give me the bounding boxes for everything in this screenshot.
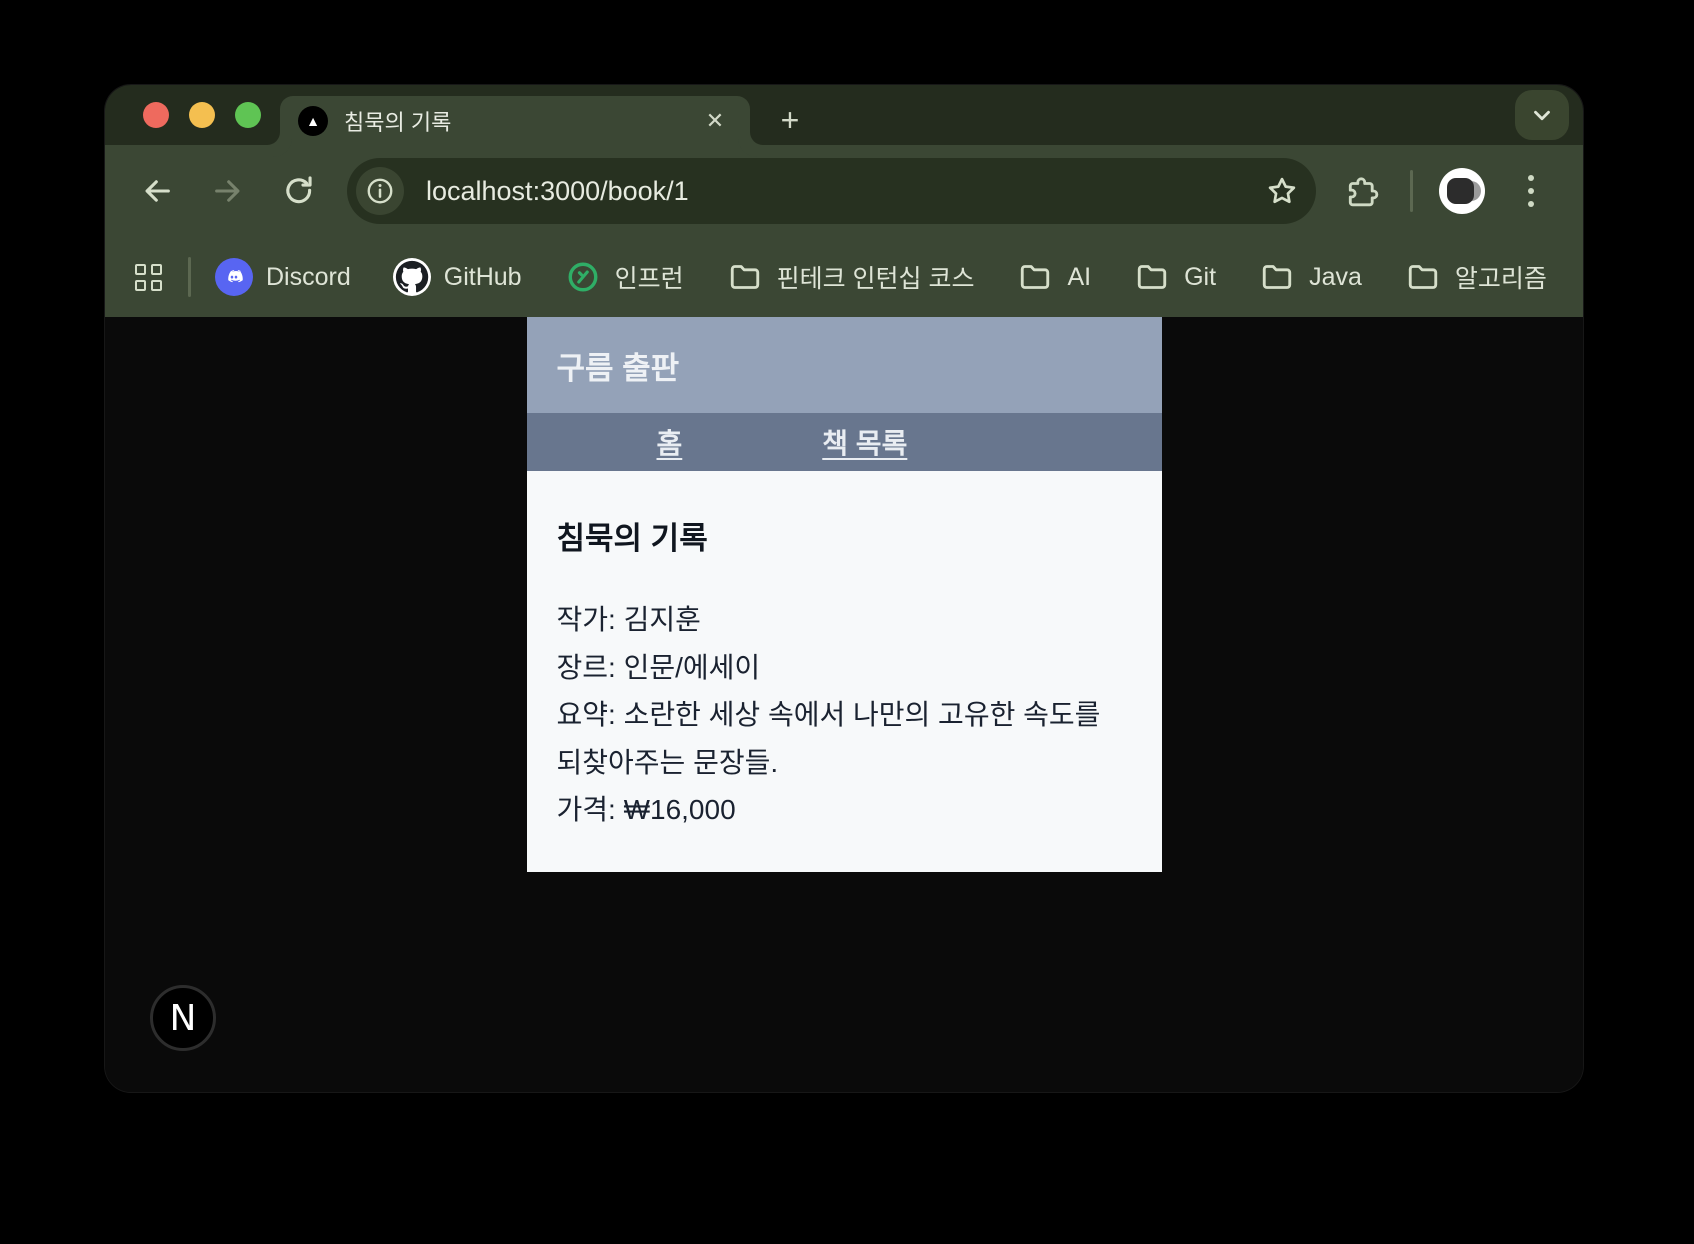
- nextjs-n-icon: N: [170, 998, 197, 1039]
- nav-link-book-list[interactable]: 책 목록: [822, 422, 907, 462]
- bookmarks-bar: Discord GitHub 인프런: [105, 237, 1583, 317]
- site-info-button[interactable]: [356, 167, 404, 215]
- site-header: 구름 출판: [527, 317, 1162, 413]
- reload-icon: [282, 174, 316, 208]
- book-page-container: 구름 출판 홈 책 목록 침묵의 기록 작가: 김지훈 장르: 인문/에세이 요…: [527, 317, 1162, 872]
- address-bar[interactable]: localhost:3000/book/1: [347, 158, 1316, 224]
- info-icon: [365, 176, 395, 206]
- folder-icon: [726, 258, 764, 296]
- puzzle-icon: [1344, 173, 1380, 209]
- chevron-down-icon: [1529, 102, 1555, 128]
- book-author: 작가: 김지훈: [557, 596, 1132, 644]
- bookmark-inflearn[interactable]: 인프런: [564, 258, 684, 296]
- back-button[interactable]: [135, 169, 179, 213]
- tab-search-chevron-button[interactable]: [1515, 90, 1569, 140]
- folder-icon: [1133, 258, 1171, 296]
- folder-icon: [1016, 258, 1054, 296]
- bookmark-label: 핀테크 인턴십 코스: [777, 259, 975, 295]
- minimize-window-button[interactable]: [189, 102, 215, 128]
- browser-window: ▲ 침묵의 기록 ✕ +: [105, 85, 1583, 1092]
- bookmarks-separator: [188, 257, 191, 297]
- forward-arrow-icon: [211, 174, 245, 208]
- nextjs-favicon-icon: ▲: [298, 106, 328, 136]
- toolbar-separator: [1410, 170, 1413, 212]
- book-genre: 장르: 인문/에세이: [557, 644, 1132, 692]
- tab-title: 침묵의 기록: [344, 105, 698, 137]
- bookmark-star-button[interactable]: [1262, 171, 1302, 211]
- profile-avatar[interactable]: [1439, 168, 1485, 214]
- bookmark-github[interactable]: GitHub: [393, 258, 522, 296]
- bookmark-label: Git: [1184, 263, 1216, 292]
- url-text[interactable]: localhost:3000/book/1: [426, 176, 1262, 207]
- bookmark-folder-algorithm[interactable]: 알고리즘: [1404, 258, 1547, 296]
- star-icon: [1265, 174, 1299, 208]
- new-tab-button[interactable]: +: [767, 97, 813, 143]
- close-window-button[interactable]: [143, 102, 169, 128]
- apps-grid-icon[interactable]: [135, 264, 162, 291]
- github-icon: [393, 258, 431, 296]
- bookmark-label: GitHub: [444, 263, 522, 292]
- reload-button[interactable]: [277, 169, 321, 213]
- folder-icon: [1258, 258, 1296, 296]
- bookmark-folder-fintech[interactable]: 핀테크 인턴십 코스: [726, 258, 975, 296]
- browser-tab[interactable]: ▲ 침묵의 기록 ✕: [280, 96, 750, 145]
- book-detail: 침묵의 기록 작가: 김지훈 장르: 인문/에세이 요약: 소란한 세상 속에서…: [527, 471, 1162, 872]
- site-title: 구름 출판: [557, 343, 680, 388]
- tab-strip: ▲ 침묵의 기록 ✕ +: [105, 85, 1583, 145]
- forward-button[interactable]: [206, 169, 250, 213]
- bookmark-discord[interactable]: Discord: [215, 258, 351, 296]
- bookmark-label: Discord: [266, 263, 351, 292]
- nextjs-dev-badge[interactable]: N: [150, 985, 216, 1051]
- discord-icon: [215, 258, 253, 296]
- book-price: 가격: ₩16,000: [557, 786, 1132, 834]
- inflearn-icon: [564, 258, 602, 296]
- zoom-window-button[interactable]: [235, 102, 261, 128]
- bookmark-folder-git[interactable]: Git: [1133, 258, 1216, 296]
- bookmark-folder-ai[interactable]: AI: [1016, 258, 1091, 296]
- book-summary: 요약: 소란한 세상 속에서 나만의 고유한 속도를 되찾아주는 문장들.: [557, 691, 1132, 786]
- bookmark-label: AI: [1067, 263, 1091, 292]
- site-nav: 홈 책 목록: [527, 413, 1162, 471]
- browser-toolbar: localhost:3000/book/1: [105, 145, 1583, 237]
- extensions-button[interactable]: [1340, 169, 1384, 213]
- bookmark-label: 인프런: [615, 259, 684, 295]
- back-arrow-icon: [140, 174, 174, 208]
- bookmark-label: Java: [1309, 263, 1362, 292]
- book-title: 침묵의 기록: [557, 513, 1132, 558]
- tab-close-icon[interactable]: ✕: [698, 104, 732, 138]
- folder-icon: [1404, 258, 1442, 296]
- bookmark-folder-java[interactable]: Java: [1258, 258, 1362, 296]
- browser-menu-button[interactable]: [1509, 169, 1553, 213]
- bookmark-label: 알고리즘: [1455, 259, 1547, 295]
- page-viewport: 구름 출판 홈 책 목록 침묵의 기록 작가: 김지훈 장르: 인문/에세이 요…: [105, 317, 1583, 1092]
- nav-link-home[interactable]: 홈: [657, 422, 683, 462]
